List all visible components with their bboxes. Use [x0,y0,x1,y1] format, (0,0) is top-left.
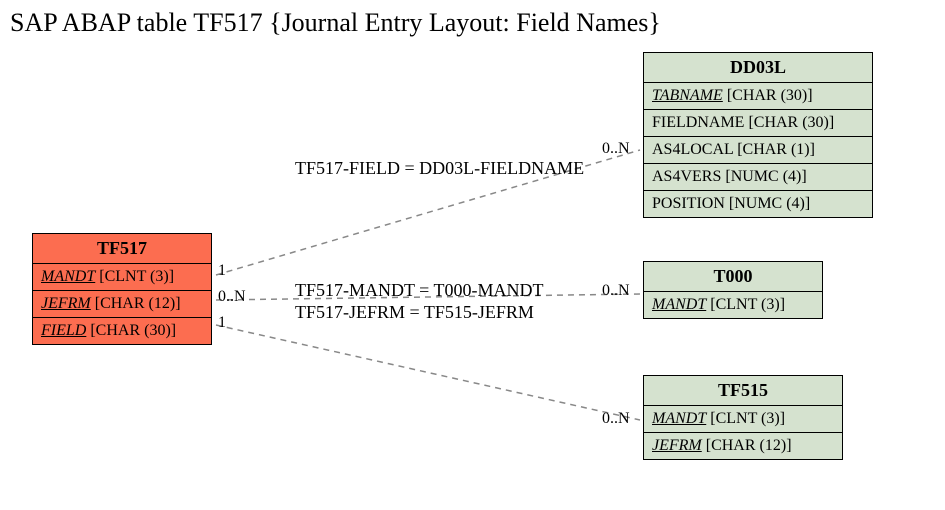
field-name: MANDT [41,268,95,285]
field-name: MANDT [652,410,706,427]
field-type: [CHAR (30)] [748,114,834,131]
relation-label-jefrm: TF517-JEFRM = TF515-JEFRM [295,302,534,323]
field-type: [CHAR (12)] [706,437,792,454]
field-name: POSITION [652,195,725,212]
field-type: [CHAR (30)] [727,87,813,104]
entity-tf515-header: TF515 [644,376,842,406]
entity-tf517-row-jefrm: JEFRM [CHAR (12)] [33,291,211,318]
field-type: [CHAR (12)] [95,295,181,312]
entity-t000: T000 MANDT [CLNT (3)] [643,261,823,319]
field-name: JEFRM [652,437,702,454]
entity-tf515: TF515 MANDT [CLNT (3)] JEFRM [CHAR (12)] [643,375,843,460]
cardinality-tf517-top: 1 [218,262,226,280]
field-name: TABNAME [652,87,723,104]
field-name: AS4LOCAL [652,141,733,158]
cardinality-dd03l: 0..N [602,140,630,158]
field-type: [NUMC (4)] [729,195,810,212]
field-type: [CLNT (3)] [710,410,785,427]
cardinality-tf517-bot: 1 [218,314,226,332]
entity-tf515-row-mandt: MANDT [CLNT (3)] [644,406,842,433]
cardinality-t000: 0..N [602,282,630,300]
field-type: [CHAR (30)] [90,322,176,339]
field-type: [CLNT (3)] [710,296,785,313]
field-name: JEFRM [41,295,91,312]
cardinality-tf515: 0..N [602,410,630,428]
entity-tf517: TF517 MANDT [CLNT (3)] JEFRM [CHAR (12)]… [32,233,212,345]
cardinality-tf517-mid: 0..N [218,288,246,306]
entity-dd03l-row-as4local: AS4LOCAL [CHAR (1)] [644,137,872,164]
field-name: MANDT [652,296,706,313]
page-title: SAP ABAP table TF517 {Journal Entry Layo… [10,8,661,38]
entity-dd03l-row-fieldname: FIELDNAME [CHAR (30)] [644,110,872,137]
field-name: AS4VERS [652,168,721,185]
entity-dd03l: DD03L TABNAME [CHAR (30)] FIELDNAME [CHA… [643,52,873,218]
field-name: FIELD [41,322,86,339]
field-name: FIELDNAME [652,114,744,131]
entity-tf515-row-jefrm: JEFRM [CHAR (12)] [644,433,842,459]
entity-dd03l-row-position: POSITION [NUMC (4)] [644,191,872,217]
entity-t000-row-mandt: MANDT [CLNT (3)] [644,292,822,318]
entity-t000-header: T000 [644,262,822,292]
entity-dd03l-row-as4vers: AS4VERS [NUMC (4)] [644,164,872,191]
entity-tf517-row-mandt: MANDT [CLNT (3)] [33,264,211,291]
relation-label-field: TF517-FIELD = DD03L-FIELDNAME [295,158,584,179]
entity-dd03l-row-tabname: TABNAME [CHAR (30)] [644,83,872,110]
field-type: [NUMC (4)] [725,168,806,185]
field-type: [CHAR (1)] [737,141,815,158]
field-type: [CLNT (3)] [99,268,174,285]
relation-label-mandt: TF517-MANDT = T000-MANDT [295,280,543,301]
entity-tf517-row-field: FIELD [CHAR (30)] [33,318,211,344]
entity-dd03l-header: DD03L [644,53,872,83]
entity-tf517-header: TF517 [33,234,211,264]
